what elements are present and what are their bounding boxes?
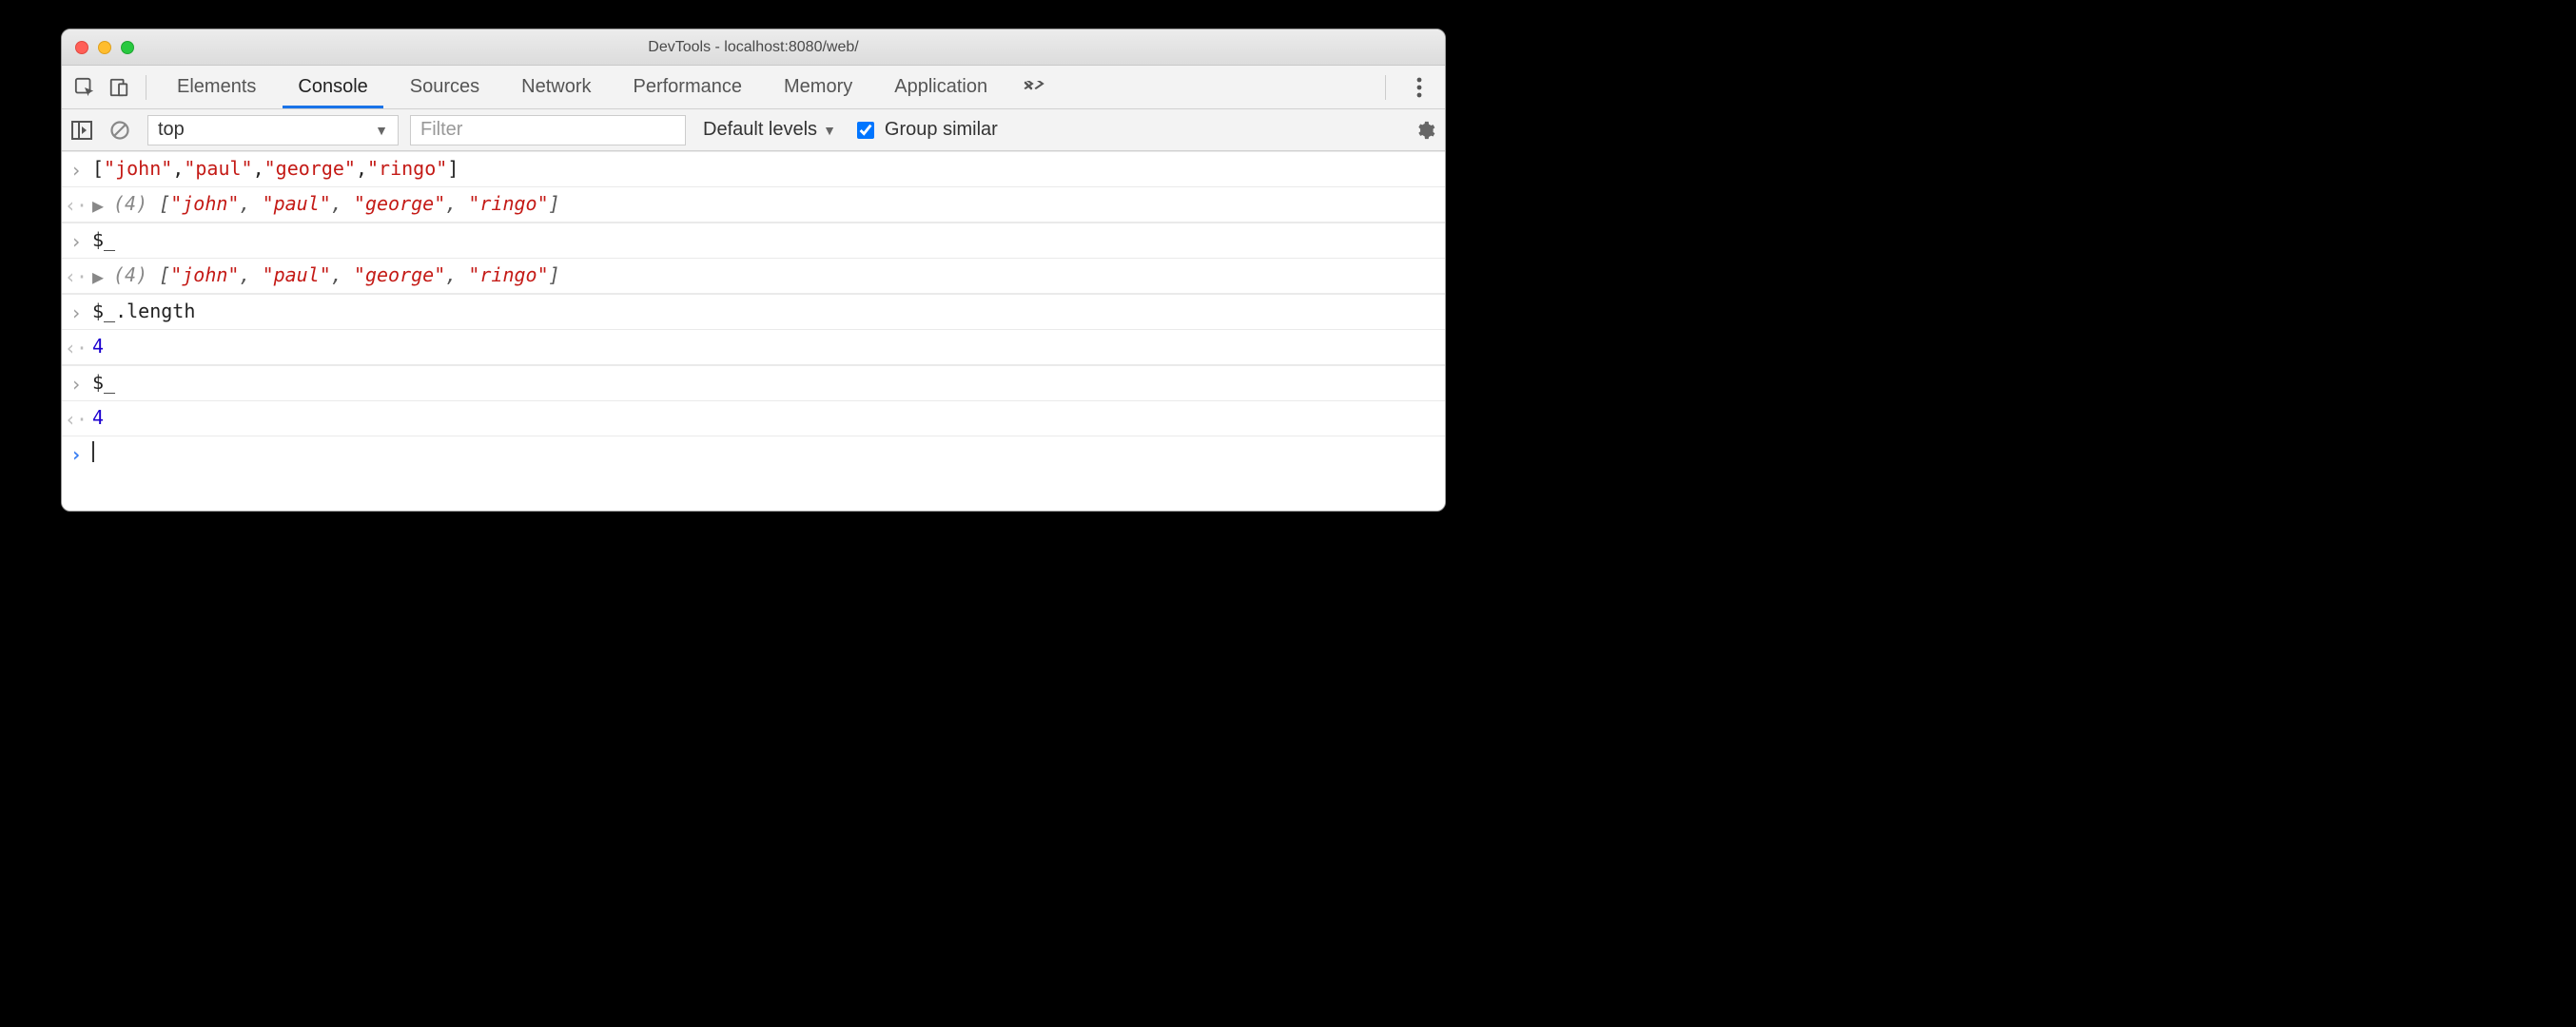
group-similar-toggle[interactable]: Group similar <box>853 119 998 142</box>
panel-tabbar: ElementsConsoleSourcesNetworkPerformance… <box>62 66 1445 109</box>
console-log-area[interactable]: › ["john","paul","george","ringo"] ‹· ▶ (4) … <box>62 151 1445 511</box>
execution-context-value: top <box>158 119 185 141</box>
group-similar-label: Group similar <box>885 119 998 141</box>
input-prompt-icon: › <box>68 228 85 253</box>
divider <box>1385 75 1386 100</box>
console-row: › ["john","paul","george","ringo"] <box>62 151 1445 187</box>
log-levels-select[interactable]: Default levels ▼ <box>697 119 842 141</box>
console-row: › $_ <box>62 365 1445 401</box>
live-prompt-icon: › <box>68 441 85 466</box>
dropdown-caret-icon: ▼ <box>375 123 388 138</box>
panel-tabs: ElementsConsoleSourcesNetworkPerformance… <box>156 66 1008 108</box>
console-row: › <box>62 436 1445 471</box>
output-prompt-icon: ‹· <box>68 263 85 288</box>
tab-memory[interactable]: Memory <box>763 66 873 108</box>
expand-object-icon[interactable]: ▶ <box>92 263 106 288</box>
console-row: ‹· ▶ (4) ["john", "paul", "george", "ringo… <box>62 259 1445 294</box>
tab-elements[interactable]: Elements <box>156 66 277 108</box>
console-row: › $_.length <box>62 294 1445 330</box>
input-prompt-icon: › <box>68 371 85 396</box>
kebab-menu-icon[interactable] <box>1399 72 1439 103</box>
console-filter-input[interactable] <box>410 115 686 145</box>
output-prompt-icon: ‹· <box>68 335 85 359</box>
console-row: › $_ <box>62 223 1445 259</box>
console-input-code: $_ <box>92 371 115 394</box>
input-prompt-icon: › <box>68 157 85 182</box>
tab-sources[interactable]: Sources <box>389 66 500 108</box>
devtools-window: DevTools - localhost:8080/web/ ElementsC… <box>61 29 1446 512</box>
console-input-code: ["john","paul","george","ringo"] <box>92 157 459 180</box>
tab-console[interactable]: Console <box>277 66 388 108</box>
text-cursor <box>92 441 94 462</box>
console-toolbar: top ▼ Default levels ▼ Group similar <box>62 109 1445 151</box>
output-prompt-icon: ‹· <box>68 406 85 431</box>
window-close-button[interactable] <box>75 41 88 54</box>
console-row: ‹· 4 <box>62 401 1445 436</box>
device-toolbar-icon[interactable] <box>102 72 136 103</box>
console-result-array[interactable]: (4) ["john", "paul", "george", "ringo"] <box>113 263 560 286</box>
clear-console-icon[interactable] <box>109 120 136 141</box>
window-minimize-button[interactable] <box>98 41 111 54</box>
group-similar-checkbox[interactable] <box>857 122 874 139</box>
console-settings-icon[interactable] <box>1415 120 1435 141</box>
execution-context-select[interactable]: top ▼ <box>147 115 399 145</box>
console-result-number: 4 <box>92 406 104 429</box>
console-result-array[interactable]: (4) ["john", "paul", "george", "ringo"] <box>113 192 560 215</box>
show-console-sidebar-icon[interactable] <box>71 121 98 140</box>
window-title: DevTools - localhost:8080/web/ <box>62 39 1445 56</box>
console-result-number: 4 <box>92 335 104 358</box>
console-row: ‹· 4 <box>62 330 1445 365</box>
console-input-code: $_.length <box>92 300 195 322</box>
inspect-element-icon[interactable] <box>68 72 102 103</box>
dropdown-caret-icon: ▼ <box>823 123 836 138</box>
more-tabs-button[interactable] <box>1008 81 1062 94</box>
log-levels-label: Default levels <box>703 119 817 141</box>
expand-object-icon[interactable]: ▶ <box>92 192 106 217</box>
input-prompt-icon: › <box>68 300 85 324</box>
output-prompt-icon: ‹· <box>68 192 85 217</box>
console-input-code: $_ <box>92 228 115 251</box>
console-row: ‹· ▶ (4) ["john", "paul", "george", "ringo… <box>62 187 1445 223</box>
tab-application[interactable]: Application <box>873 66 1008 108</box>
tab-performance[interactable]: Performance <box>613 66 764 108</box>
window-controls <box>62 41 134 54</box>
window-titlebar: DevTools - localhost:8080/web/ <box>62 29 1445 66</box>
tab-network[interactable]: Network <box>500 66 612 108</box>
console-live-input[interactable] <box>92 441 94 462</box>
window-maximize-button[interactable] <box>121 41 134 54</box>
